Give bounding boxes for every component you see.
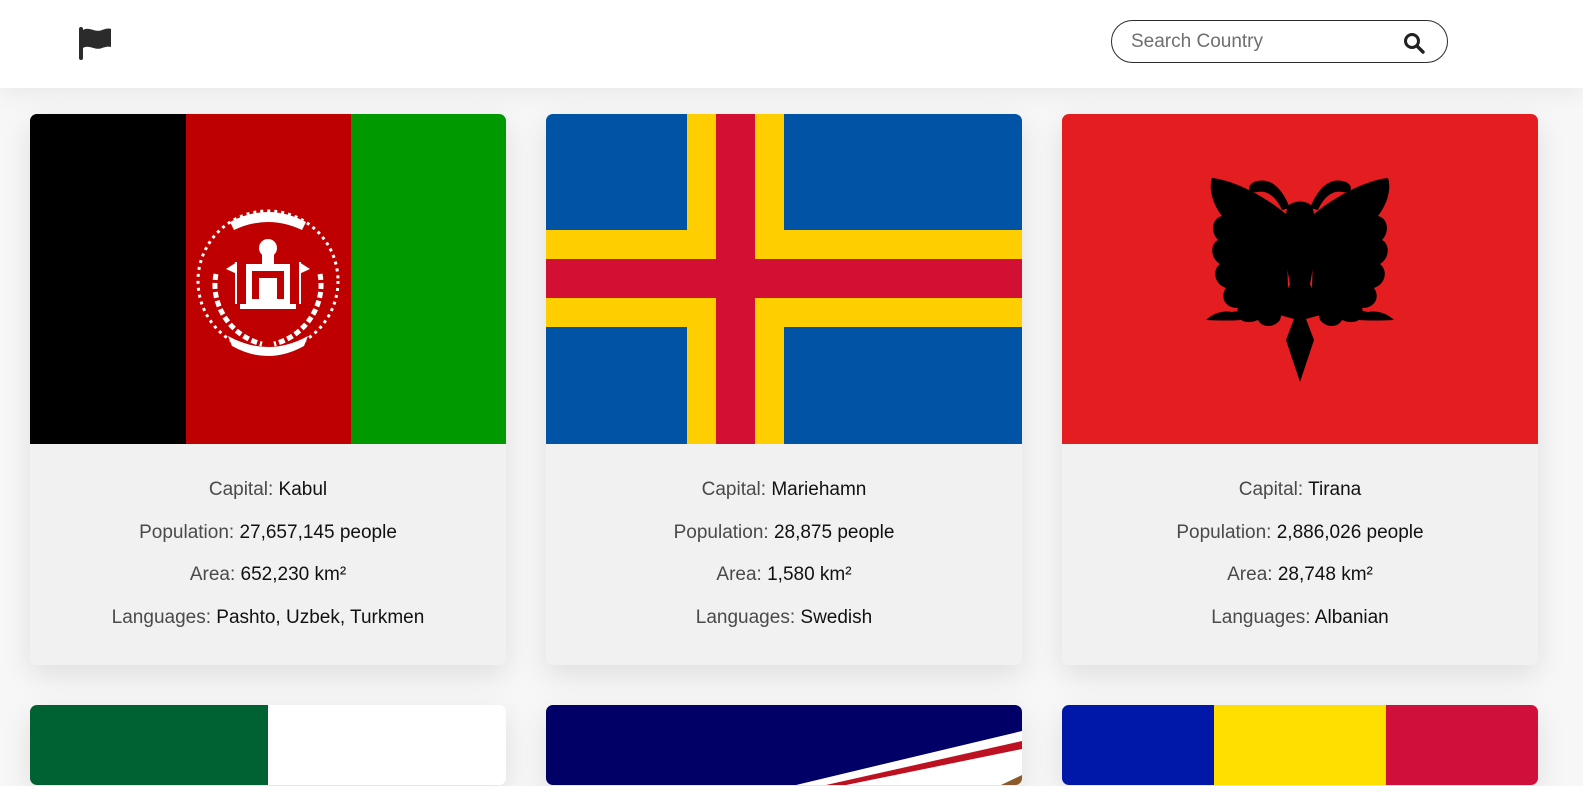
country-info: Capital: Kabul Population: 27,657,145 pe… — [30, 444, 506, 665]
languages-row: Languages: Swedish — [546, 607, 1022, 650]
population-label: Population: — [139, 521, 235, 543]
country-info: Capital: Tirana Population: 2,886,026 pe… — [1062, 444, 1538, 665]
languages-label: Languages: — [1211, 606, 1311, 628]
search-input[interactable] — [1131, 21, 1391, 62]
top-navbar — [0, 0, 1583, 88]
country-card[interactable] — [30, 705, 506, 785]
area-row: Area: 652,230 km² — [30, 564, 506, 607]
flag-icon[interactable] — [78, 25, 114, 61]
capital-value: Mariehamn — [771, 479, 867, 500]
area-value: 28,748 km² — [1277, 564, 1373, 586]
algeria-flag-image — [30, 705, 506, 785]
population-row: Population: 27,657,145 people — [30, 522, 506, 565]
area-label: Area: — [1227, 564, 1273, 586]
search-box — [1111, 20, 1448, 63]
american-samoa-flag-image — [546, 705, 1022, 785]
capital-label: Capital: — [701, 479, 767, 500]
languages-value: Pashto, Uzbek, Turkmen — [216, 606, 425, 628]
country-card[interactable] — [1062, 705, 1538, 785]
capital-row: Capital: Tirana — [1062, 479, 1538, 522]
languages-label: Languages: — [695, 606, 796, 628]
country-card[interactable] — [546, 705, 1022, 785]
capital-row: Capital: Mariehamn — [546, 479, 1022, 522]
albania-flag-image — [1062, 114, 1538, 444]
area-value: 652,230 km² — [240, 564, 347, 586]
area-label: Area: — [716, 564, 762, 586]
afghanistan-flag-image — [30, 114, 506, 444]
languages-row: Languages: Pashto, Uzbek, Turkmen — [30, 607, 506, 650]
population-value: 28,875 people — [773, 521, 895, 543]
languages-value: Swedish — [800, 606, 873, 628]
capital-label: Capital: — [1238, 479, 1304, 500]
capital-value: Tirana — [1308, 479, 1362, 500]
area-label: Area: — [189, 564, 236, 586]
capital-row: Capital: Kabul — [30, 479, 506, 522]
population-row: Population: 2,886,026 people — [1062, 522, 1538, 565]
languages-label: Languages: — [111, 606, 211, 628]
population-label: Population: — [673, 521, 769, 543]
search-icon[interactable] — [1403, 32, 1425, 54]
area-value: 1,580 km² — [767, 564, 852, 586]
population-label: Population: — [1176, 521, 1272, 543]
population-value: 2,886,026 people — [1276, 521, 1424, 543]
andorra-flag-image — [1062, 705, 1538, 785]
aland-islands-flag-image — [546, 114, 1022, 444]
country-info: Capital: Mariehamn Population: 28,875 pe… — [546, 444, 1022, 665]
area-row: Area: 1,580 km² — [546, 564, 1022, 607]
area-row: Area: 28,748 km² — [1062, 564, 1538, 607]
country-card[interactable]: Capital: Mariehamn Population: 28,875 pe… — [546, 114, 1022, 665]
capital-value: Kabul — [278, 479, 328, 500]
population-row: Population: 28,875 people — [546, 522, 1022, 565]
languages-value: Albanian — [1314, 606, 1389, 628]
population-value: 27,657,145 people — [239, 521, 397, 543]
languages-row: Languages: Albanian — [1062, 607, 1538, 650]
country-card[interactable]: Capital: Tirana Population: 2,886,026 pe… — [1062, 114, 1538, 665]
capital-label: Capital: — [208, 479, 274, 500]
country-card[interactable]: Capital: Kabul Population: 27,657,145 pe… — [30, 114, 506, 665]
